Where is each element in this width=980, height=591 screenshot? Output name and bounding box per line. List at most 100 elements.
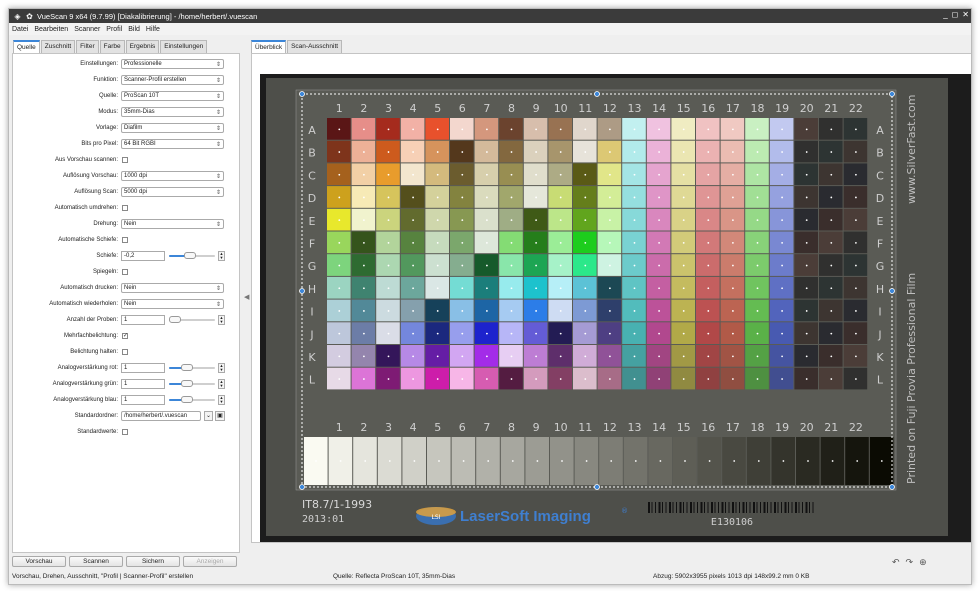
preview-area[interactable]: 1 1 2 2 3 3 4 4 5 5 6 6 7 7 8 8 9 9 10 10 11 11 12 12 13 13 14 14 15…: [251, 53, 971, 543]
bits-select[interactable]: 64 Bit RGBI ⇕: [121, 139, 224, 149]
folder-browse-icon[interactable]: ▣: [215, 411, 225, 421]
menu-profil[interactable]: Profil: [106, 26, 122, 33]
tab-ergebnis[interactable]: Ergebnis: [125, 40, 160, 53]
patch-marker: [781, 355, 783, 358]
patch-marker: [363, 378, 365, 380]
patch-marker: [781, 173, 783, 176]
spiegeln-checkbox[interactable]: [122, 269, 128, 275]
tab-farbe[interactable]: Farbe: [99, 40, 125, 53]
tab-scan-ausschnitt[interactable]: Scan-Ausschnitt: [287, 40, 343, 53]
ordner-input[interactable]: /home/herbert/.vuescan: [121, 411, 201, 421]
barcode-bar: [777, 502, 779, 513]
schiefe-input[interactable]: -0,2: [121, 251, 165, 261]
verst-blau-input[interactable]: 1: [121, 395, 165, 405]
patch-marker: [707, 219, 710, 222]
maximize-icon[interactable]: ◻: [952, 10, 959, 19]
verst-blau-stepper[interactable]: ▲ ▼: [218, 395, 225, 405]
column-label: 16: [701, 102, 715, 115]
modus-select[interactable]: 35mm-Dias ⇕: [121, 107, 224, 117]
verst-gruen-input[interactable]: 1: [121, 379, 165, 389]
standardwerte-checkbox[interactable]: [122, 429, 128, 435]
barcode-bar: [704, 502, 705, 513]
proben-input[interactable]: 1: [121, 315, 165, 325]
menu-scanner[interactable]: Scanner: [74, 26, 100, 33]
patch-marker: [659, 460, 662, 462]
row-auto-umdrehen: Automatisch umdrehen:: [13, 203, 241, 214]
schiefe-slider[interactable]: [169, 252, 215, 259]
patch-marker: [559, 332, 562, 335]
collapse-panel-icon[interactable]: ◀: [244, 293, 249, 301]
row-label: K: [876, 351, 884, 364]
quelle-select[interactable]: ProScan 10T ⇕: [121, 91, 224, 101]
spiegeln-label: Spiegeln:: [92, 269, 118, 275]
auto-drucken-select[interactable]: Nein ⇕: [121, 283, 224, 293]
tab-ueberblick[interactable]: Überblick: [251, 40, 287, 53]
patch-marker: [339, 460, 342, 462]
auto-wiederholen-label: Automatisch wiederholen:: [49, 301, 118, 307]
patch-marker: [486, 219, 488, 222]
funktion-select[interactable]: Scanner-Profil erstellen ⇕: [121, 75, 224, 85]
patch-marker: [830, 378, 833, 380]
patch-marker: [535, 219, 537, 222]
schiefe-label: Schiefe:: [96, 253, 118, 259]
patch-marker: [338, 219, 341, 222]
proben-slider[interactable]: [169, 316, 215, 323]
rotate-left-icon[interactable]: ↶: [892, 557, 900, 568]
menu-bearbeiten[interactable]: Bearbeiten: [34, 26, 68, 33]
auto-wiederholen-select[interactable]: Nein ⇕: [121, 299, 224, 309]
crop-handle: [889, 484, 895, 490]
verst-gruen-stepper[interactable]: ▲ ▼: [218, 379, 225, 389]
patch-marker: [486, 173, 488, 176]
patch-marker: [682, 264, 685, 267]
gear-icon[interactable]: ✿: [25, 12, 34, 21]
row-label: B: [876, 147, 884, 160]
einstellungen-select[interactable]: Professionelle ⇕: [121, 59, 224, 69]
auto-schiefe-checkbox[interactable]: [122, 237, 128, 243]
tab-zuschnitt[interactable]: Zuschnitt: [40, 40, 76, 53]
schiefe-stepper[interactable]: ▲ ▼: [218, 251, 225, 261]
row-label: D: [308, 192, 316, 205]
menu-datei[interactable]: Datei: [12, 26, 28, 33]
verst-rot-stepper[interactable]: ▲ ▼: [218, 363, 225, 373]
column-label: 3: [385, 421, 392, 434]
barcode-bar: [679, 502, 682, 513]
minimize-icon[interactable]: _: [943, 10, 947, 19]
column-label: 12: [603, 421, 617, 434]
menu-hilfe[interactable]: Hilfe: [146, 26, 160, 33]
zoom-icon[interactable]: ⊕: [919, 557, 927, 568]
vorlage-select[interactable]: Diafilm ⇕: [121, 123, 224, 133]
anzeigen-button[interactable]: Anzeigen: [183, 556, 237, 567]
menu-bild[interactable]: Bild: [128, 26, 140, 33]
patch-marker: [609, 128, 611, 131]
row-label: C: [308, 169, 316, 182]
chevron-down-icon[interactable]: ⌄: [204, 411, 213, 421]
proben-stepper[interactable]: ▲ ▼: [218, 315, 225, 325]
tab-einstellungen[interactable]: Einstellungen: [160, 40, 208, 53]
verst-blau-slider[interactable]: [169, 396, 215, 403]
scannen-button[interactable]: Scannen: [69, 556, 123, 567]
aus-vorschau-checkbox[interactable]: [122, 157, 128, 163]
auto-umdrehen-label: Automatisch umdrehen:: [54, 205, 118, 211]
drehung-select[interactable]: Nein ⇕: [121, 219, 224, 229]
patch-marker: [510, 355, 513, 358]
rotate-right-icon[interactable]: ↷: [906, 557, 914, 568]
patch-marker: [658, 196, 660, 199]
verst-rot-slider[interactable]: [169, 364, 215, 371]
tab-quelle[interactable]: Quelle: [13, 40, 40, 53]
close-icon[interactable]: ✕: [962, 10, 969, 19]
mehrfach-checkbox[interactable]: ✓: [122, 333, 128, 339]
verst-gruen-slider[interactable]: [169, 380, 215, 387]
belichtung-checkbox[interactable]: [122, 349, 128, 355]
barcode-bar: [774, 502, 776, 513]
button-bar: Vorschau Scannen Sichern Anzeigen: [12, 556, 237, 567]
vorschau-button[interactable]: Vorschau: [12, 556, 66, 567]
row-drehung: Drehung: Nein ⇕: [13, 219, 241, 230]
tab-filter[interactable]: Filter: [76, 40, 99, 53]
sichern-button[interactable]: Sichern: [126, 556, 180, 567]
verst-rot-input[interactable]: 1: [121, 363, 165, 373]
patch-marker: [684, 460, 686, 462]
aufl-scan-select[interactable]: 5000 dpi ⇕: [121, 187, 224, 197]
auto-umdrehen-checkbox[interactable]: [122, 205, 128, 211]
aufl-vorschau-select[interactable]: 1000 dpi ⇕: [121, 171, 224, 181]
patch-marker: [461, 128, 464, 131]
